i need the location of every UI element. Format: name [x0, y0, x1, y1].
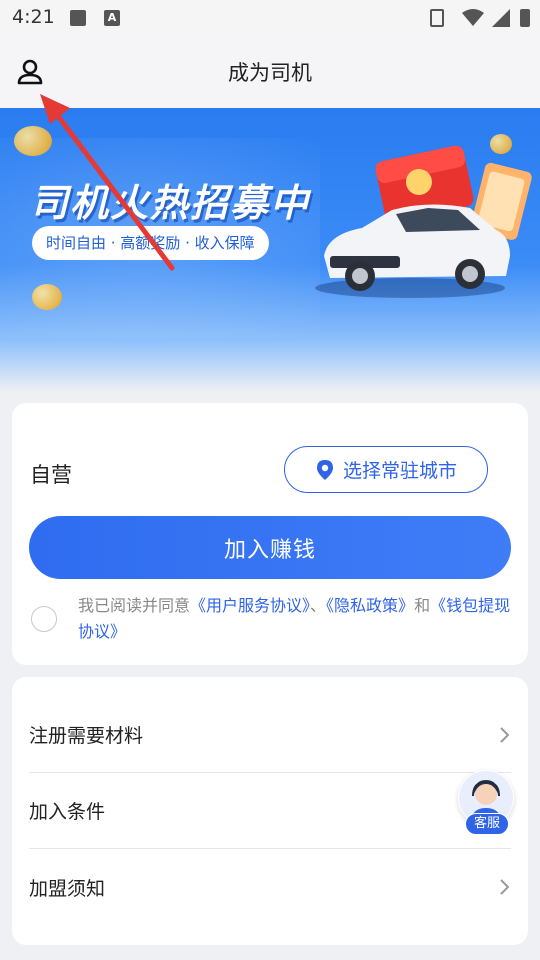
list-item-registration-materials[interactable]: 注册需要材料: [29, 697, 511, 773]
app-header: 成为司机: [0, 36, 540, 108]
text-a-icon: A: [104, 10, 120, 26]
join-earn-label: 加入赚钱: [223, 537, 316, 563]
image-icon: [70, 10, 86, 26]
list-item-label: 加盟须知: [29, 877, 106, 900]
cellular-icon: [492, 9, 510, 27]
customer-service-badge: 客服: [465, 813, 509, 835]
banner-tagline: 时间自由 · 高额奖励 · 收入保障: [32, 226, 269, 260]
select-city-button[interactable]: 选择常驻城市: [284, 446, 488, 493]
coin-decoration: [14, 126, 52, 156]
coin-decoration: [32, 284, 62, 310]
vibrate-icon: [430, 9, 444, 27]
privacy-policy-link[interactable]: 《隐私政策》: [326, 596, 414, 615]
agreement-checkbox[interactable]: [31, 606, 57, 632]
join-earn-button[interactable]: 加入赚钱: [29, 516, 511, 579]
car-illustration: [315, 145, 532, 298]
select-city-label: 选择常驻城市: [342, 460, 457, 482]
user-service-agreement-link[interactable]: 《用户服务协议》: [190, 596, 310, 615]
wifi-icon: [462, 9, 484, 26]
info-card: 注册需要材料 加入条件 加盟须知: [12, 677, 528, 945]
page-title: 成为司机: [228, 61, 312, 85]
list-item-join-conditions[interactable]: 加入条件: [29, 773, 511, 849]
customer-service-button[interactable]: 客服: [458, 770, 516, 838]
status-bar: 4:21 A: [0, 0, 540, 36]
banner-title: 司机火热招募中: [30, 181, 311, 225]
agreement-separator: 、: [310, 596, 327, 615]
list-item-franchise-notice[interactable]: 加盟须知: [29, 849, 511, 925]
join-card: 自营 选择常驻城市 加入赚钱 我已阅读并同意《用户服务协议》、《隐私政策》和《钱…: [12, 403, 528, 665]
chevron-right-icon: [500, 879, 510, 895]
mode-label: 自营: [30, 463, 72, 487]
agreement-prefix: 我已阅读并同意: [78, 596, 191, 615]
list-item-label: 注册需要材料: [29, 725, 144, 747]
agreement-text: 我已阅读并同意《用户服务协议》、《隐私政策》和《钱包提现协议》: [78, 593, 514, 645]
recruit-banner: 司机火热招募中 时间自由 · 高额奖励 · 收入保障: [0, 108, 540, 392]
location-pin-icon: [316, 459, 333, 480]
status-time: 4:21: [12, 6, 55, 28]
chevron-right-icon: [500, 726, 510, 743]
agreement-separator: 和: [414, 596, 431, 615]
battery-icon: [520, 9, 530, 27]
list-item-label: 加入条件: [29, 801, 106, 823]
